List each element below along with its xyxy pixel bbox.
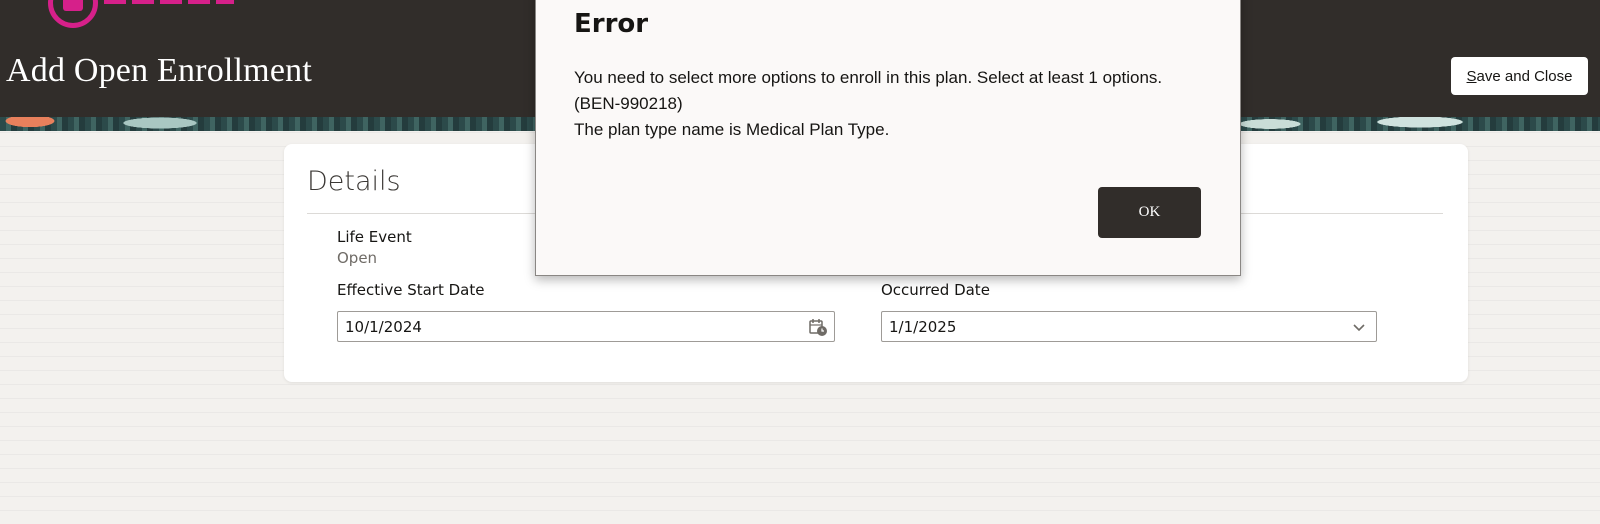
effective-start-date-input[interactable] (338, 312, 805, 341)
chevron-down-icon[interactable] (1350, 318, 1368, 336)
ok-button[interactable]: OK (1098, 187, 1201, 238)
occurred-date-field[interactable] (881, 311, 1377, 342)
brand-logo (48, 0, 98, 28)
brand-wordmark (104, 0, 234, 4)
occurred-date-input[interactable] (882, 312, 1347, 341)
dialog-message: You need to select more options to enrol… (574, 65, 1204, 143)
life-event-value: Open (337, 249, 378, 267)
effective-start-date-label: Effective Start Date (337, 281, 485, 299)
save-and-close-button[interactable]: Save and Close (1451, 57, 1588, 95)
effective-start-date-field[interactable] (337, 311, 835, 342)
life-event-label: Life Event (337, 228, 412, 246)
dialog-message-line: The plan type name is Medical Plan Type. (574, 120, 890, 139)
dialog-message-line: You need to select more options to enrol… (574, 68, 1163, 113)
occurred-date-label: Occurred Date (881, 281, 990, 299)
details-title: Details (307, 166, 401, 197)
calendar-icon[interactable] (808, 317, 828, 337)
save-and-close-label: ave and Close (1476, 67, 1573, 85)
error-dialog: Error You need to select more options to… (535, 0, 1241, 276)
dialog-title: Error (574, 9, 649, 39)
page-title: Add Open Enrollment (6, 52, 312, 89)
save-and-close-mnemonic: S (1466, 67, 1477, 85)
